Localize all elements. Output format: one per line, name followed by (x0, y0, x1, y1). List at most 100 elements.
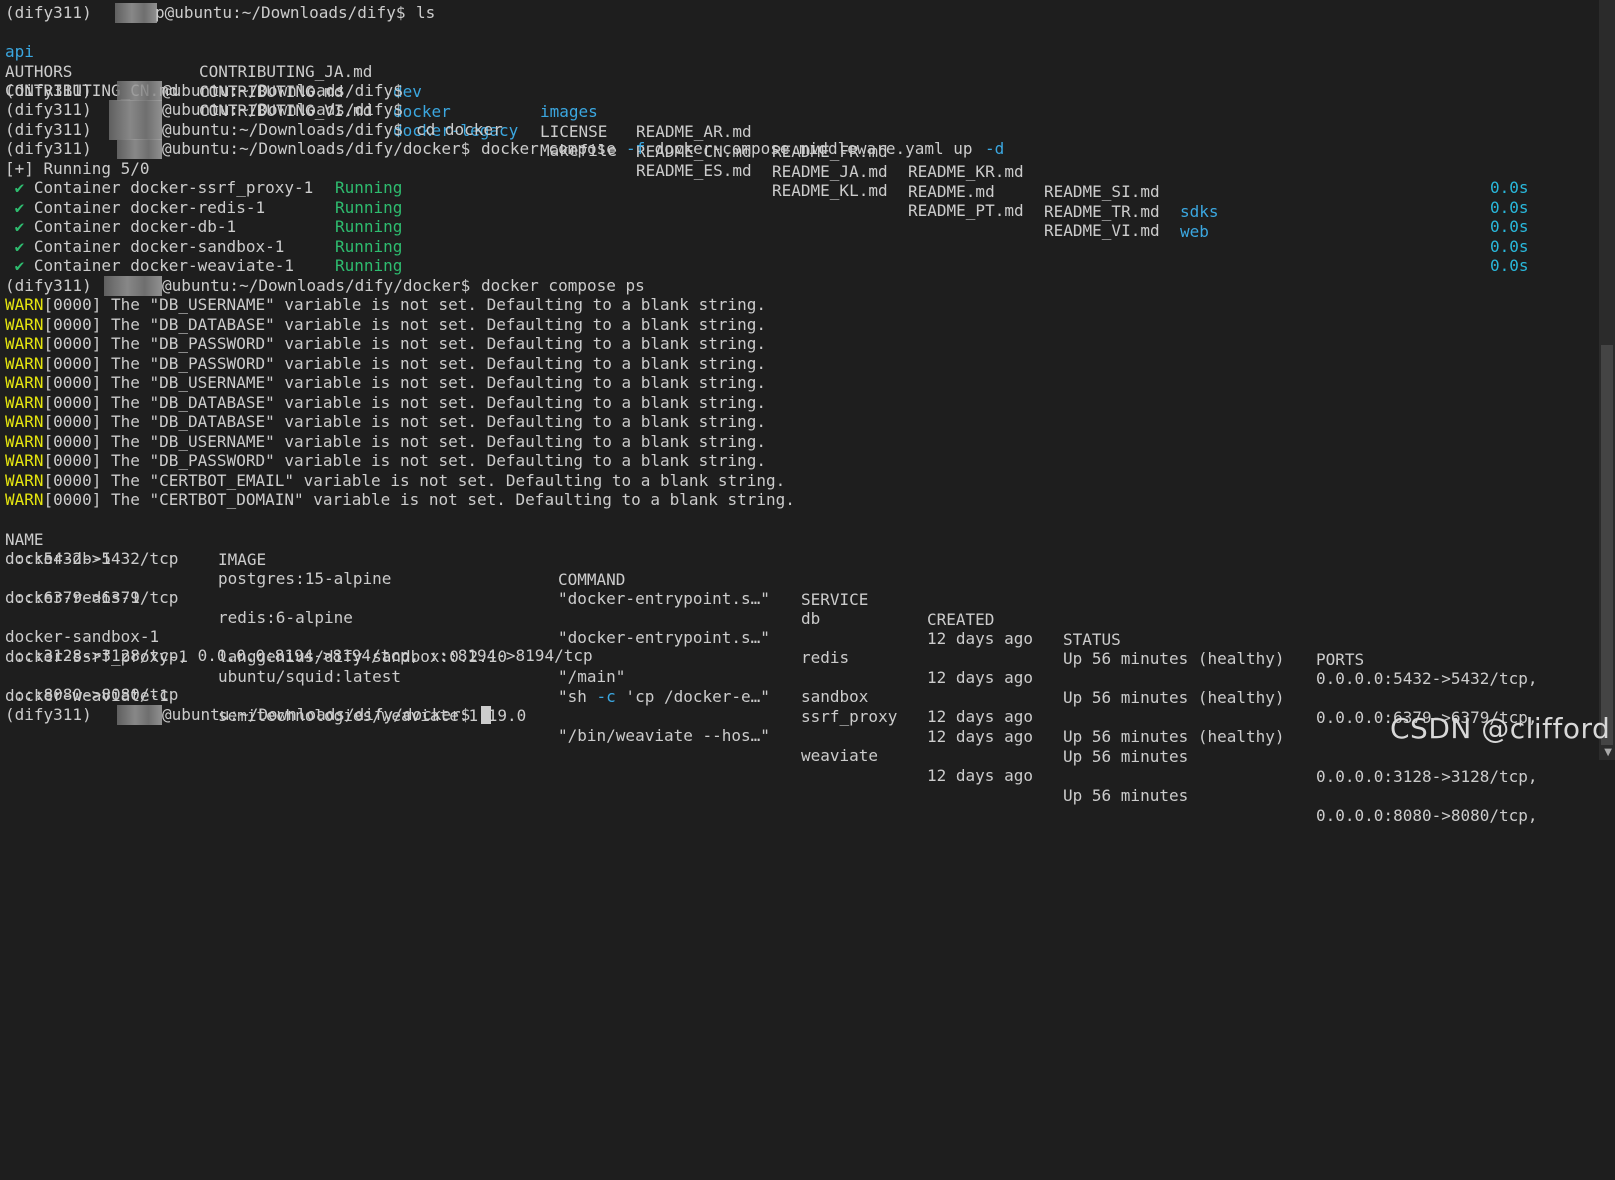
env-label: (dify311) (5, 276, 102, 295)
warn-tag: WARN (5, 451, 44, 470)
warn-text: [0000] The "DB_USERNAME" variable is not… (43, 373, 766, 392)
env-label: (dify311) (5, 81, 102, 100)
warning-line: WARN[0000] The "DB_USERNAME" variable is… (5, 295, 766, 315)
cell-service: weaviate (801, 746, 879, 765)
warning-line: WARN[0000] The "DB_USERNAME" variable is… (5, 373, 766, 393)
prompt-line: (dify311) @ubuntu:~/Downloads/dify/docke… (5, 276, 645, 296)
table-row: docker-redis-1 redis:6-alpine "docker-en… (5, 568, 1605, 727)
prompt-path: @ubuntu:~/Downloads/dify$ (162, 81, 403, 100)
dir-entry: images (540, 102, 598, 121)
env-label: (dify311) (5, 3, 102, 22)
container-status-row: ✔ Container docker-redis-1 Running 0.0s (5, 198, 1605, 218)
warning-line: WARN[0000] The "DB_PASSWORD" variable is… (5, 334, 766, 354)
check-icon: ✔ (5, 198, 25, 217)
redacted-username (104, 276, 162, 296)
command-text: docker compose ps (481, 276, 645, 295)
table-row: docker-sandbox-1 langgenius/dify-sandbox… (5, 607, 1605, 746)
command-flag: -d (985, 139, 1005, 158)
vertical-scrollbar[interactable]: ▼ (1599, 0, 1615, 760)
command-flag: -f (626, 139, 646, 158)
ps-table-header: NAME IMAGE COMMAND SERVICE CREATED STATU… (5, 510, 1605, 669)
warning-line: WARN[0000] The "DB_DATABASE" variable is… (5, 393, 766, 413)
command-text: docker compose (481, 139, 626, 158)
warn-tag: WARN (5, 373, 44, 392)
check-icon: ✔ (5, 256, 25, 275)
command-text: ls (416, 3, 436, 22)
prompt-path: p@ubuntu:~/Downloads/dify$ (155, 3, 416, 22)
check-icon: ✔ (5, 237, 25, 256)
prompt-line[interactable]: (dify311) @ubuntu:~/Downloads/dify/docke… (5, 705, 605, 725)
redacted-username (117, 81, 162, 101)
text-cursor[interactable] (481, 706, 491, 724)
cell-command: "/bin/weaviate --hos…" (558, 726, 770, 745)
redacted-username (117, 705, 162, 725)
running-header: [+] Running 5/0 (5, 159, 150, 178)
cell-ports-continued: :::8080->8080/tcp (5, 685, 179, 704)
prompt-line: (dify311) @ubuntu:~/Downloads/dify$ (5, 100, 403, 120)
container-status-row: ✔ Container docker-weaviate-1 Running 0.0s (5, 256, 1605, 276)
container-name: Container docker-ssrf_proxy-1 (24, 178, 314, 197)
warning-line: WARN[0000] The "CERTBOT_DOMAIN" variable… (5, 490, 795, 510)
container-status: Running (335, 237, 403, 256)
prompt-path: @ubuntu:~/Downloads/dify/docker$ (162, 705, 480, 724)
cell-status: Up 56 minutes (healthy) (1063, 727, 1285, 746)
cell-ports-continued: :::3128->3128/tcp, 0.0.0.0:8194->8194/tc… (5, 646, 593, 665)
terminal-output[interactable]: (dify311) p@ubuntu:~/Downloads/dify$ ls … (5, 0, 1605, 825)
container-name: Container docker-weaviate-1 (24, 256, 294, 275)
prompt-path: @ubuntu:~/Downloads/dify$ (162, 120, 413, 139)
command-part: 'cp /docker-e…" (615, 687, 770, 706)
cell-status: Up 56 minutes (1063, 747, 1189, 766)
command-text: cd docker (416, 120, 503, 139)
scrollbar-thumb[interactable] (1601, 345, 1613, 745)
container-name: Container docker-db-1 (24, 217, 237, 236)
command-flag: -c (596, 687, 616, 706)
ls-row: CONTRIBUTING_CN.md CONTRIBUTING_VI.md do… (5, 61, 1405, 240)
warning-line: WARN[0000] The "DB_PASSWORD" variable is… (5, 354, 766, 374)
prompt-line: (dify311) p@ubuntu:~/Downloads/dify$ ls (5, 3, 435, 23)
table-row: docker-weaviate-1 semitechnologies/weavi… (5, 666, 1605, 825)
cell-ports-continued: :::6379->6379/tcp (5, 588, 179, 607)
prompt-path: @ubuntu:~/Downloads/dify/docker$ (162, 276, 480, 295)
table-row: docker-ssrf_proxy-1 ubuntu/squid:latest … (5, 627, 1605, 786)
warn-text: [0000] The "DB_DATABASE" variable is not… (43, 412, 766, 431)
warning-line: WARN[0000] The "DB_DATABASE" variable is… (5, 315, 766, 335)
cell-service: redis (801, 648, 850, 667)
warn-tag: WARN (5, 354, 44, 373)
warn-text: [0000] The "CERTBOT_EMAIL" variable is n… (43, 471, 786, 490)
warn-tag: WARN (5, 490, 44, 509)
container-time: 0.0s (1490, 256, 1529, 275)
warning-line: WARN[0000] The "CERTBOT_EMAIL" variable … (5, 471, 785, 491)
redacted-username (117, 139, 162, 159)
warn-text: [0000] The "DB_USERNAME" variable is not… (43, 432, 766, 451)
prompt-path: @ubuntu:~/Downloads/dify$ (162, 100, 403, 119)
warning-line: WARN[0000] The "DB_PASSWORD" variable is… (5, 451, 766, 471)
table-row: docker-db-1 postgres:15-alpine "docker-e… (5, 529, 1605, 688)
warn-tag: WARN (5, 412, 44, 431)
env-label: (dify311) (5, 139, 102, 158)
warn-tag: WARN (5, 334, 44, 353)
warning-line: WARN[0000] The "DB_USERNAME" variable is… (5, 432, 766, 452)
warn-tag: WARN (5, 295, 44, 314)
prompt-path: @ubuntu:~/Downloads/dify/docker$ (162, 139, 480, 158)
warning-line: WARN[0000] The "DB_DATABASE" variable is… (5, 412, 766, 432)
warn-text: [0000] The "CERTBOT_DOMAIN" variable is … (43, 490, 795, 509)
warn-text: [0000] The "DB_PASSWORD" variable is not… (43, 354, 766, 373)
container-time: 0.0s (1490, 217, 1529, 236)
cell-status: Up 56 minutes (healthy) (1063, 688, 1285, 707)
command-part: "sh (558, 687, 597, 706)
env-label: (dify311) (5, 120, 102, 139)
redacted-username (109, 100, 162, 120)
scroll-down-icon[interactable]: ▼ (1604, 747, 1612, 758)
ls-row: api CONTRIBUTING_JA.md dev images README… (5, 22, 1405, 221)
warn-text: [0000] The "DB_DATABASE" variable is not… (43, 315, 766, 334)
warn-text: [0000] The "DB_PASSWORD" variable is not… (43, 334, 766, 353)
cell-command: "sh -c 'cp /docker-e…" (558, 687, 770, 707)
container-status: Running (335, 198, 403, 217)
cell-service: ssrf_proxy (801, 707, 898, 726)
cell-ports: 0.0.0.0:3128->3128/tcp, (1316, 767, 1538, 786)
redacted-username (109, 120, 162, 140)
prompt-line: (dify311) @ubuntu:~/Downloads/dify$ cd d… (5, 120, 503, 140)
cell-ports-continued: :::5432->5432/tcp (5, 549, 179, 568)
check-icon: ✔ (5, 217, 25, 236)
container-status: Running (335, 178, 403, 197)
